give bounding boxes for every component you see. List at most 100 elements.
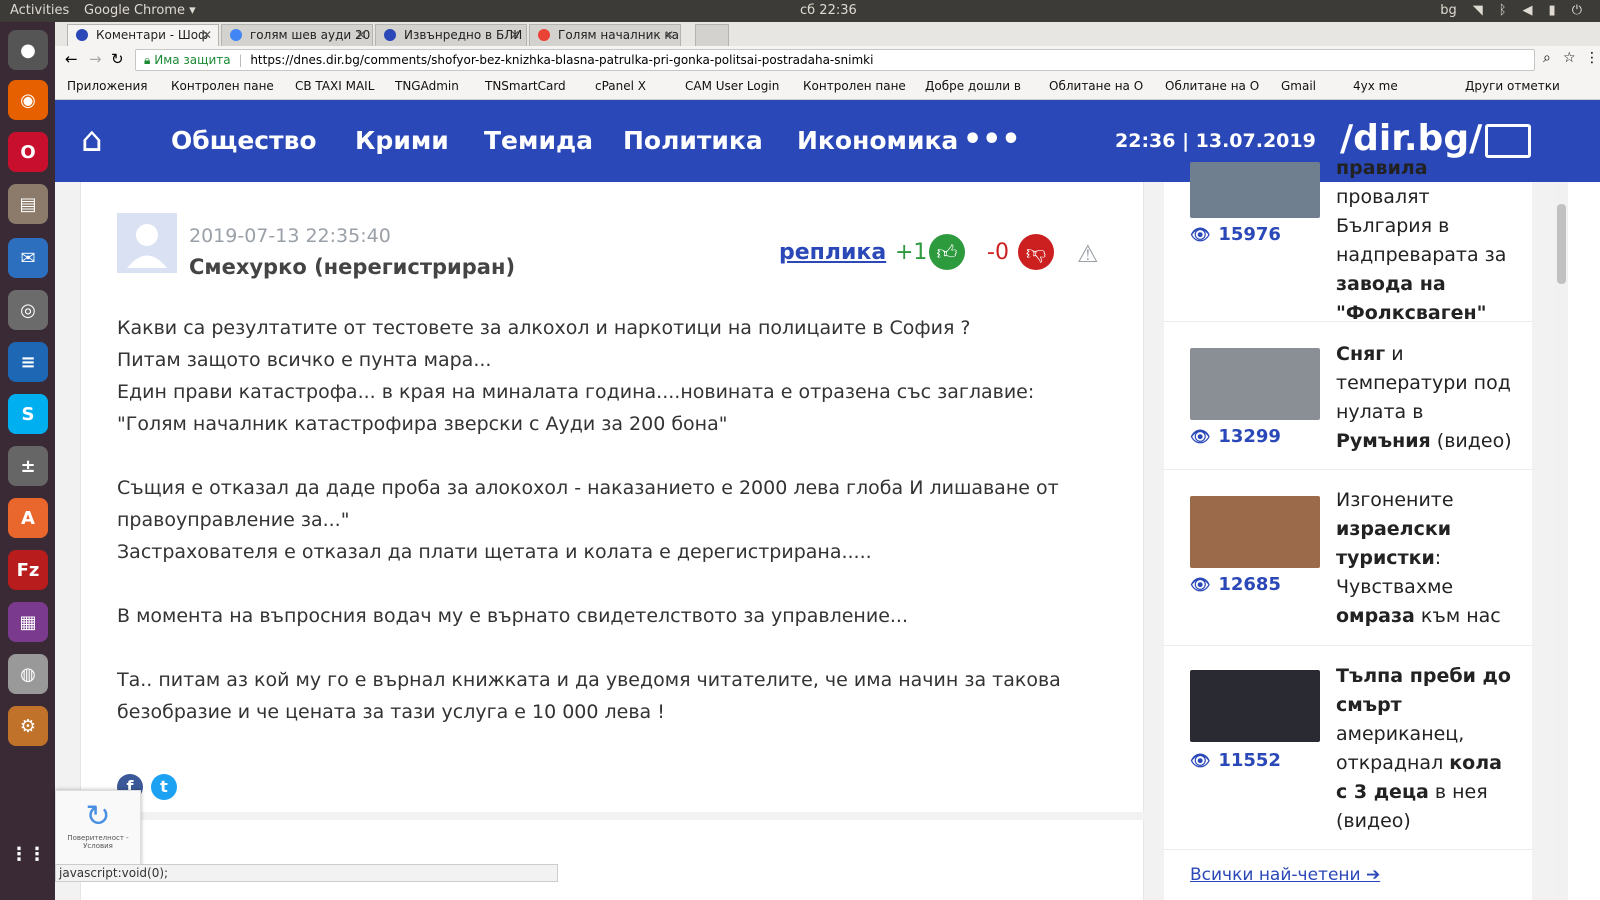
star-icon[interactable]: ☆ (1563, 50, 1576, 66)
battery-icon: ▮ (1548, 3, 1556, 18)
nav-more[interactable]: ••• (963, 122, 1021, 157)
bookmark-item[interactable]: Облитане на О (1165, 79, 1259, 93)
column-gap (1144, 182, 1164, 900)
article-title[interactable]: Тълпа преби до смърт американец, открадн… (1336, 662, 1516, 836)
article-thumbnail[interactable] (1190, 162, 1320, 218)
app-menu[interactable]: Google Chrome ▾ (84, 3, 196, 18)
bookmark-item[interactable]: Gmail (1281, 79, 1316, 93)
list-item[interactable]: 👁︎ 15976 правила провалят България в надп… (1164, 157, 1532, 324)
like-count: +1 (895, 240, 928, 265)
close-icon[interactable]: ✕ (202, 28, 212, 42)
nav-economy[interactable]: Икономика (797, 126, 958, 155)
writer-icon[interactable]: ≡ (8, 342, 48, 382)
nav-politics[interactable]: Политика (623, 126, 763, 155)
nav-crime[interactable]: Крими (355, 126, 449, 155)
address-bar[interactable]: 🔒︎ Има защита | https://dnes.dir.bg/comm… (135, 49, 1535, 71)
comment-line: правоуправление за..." (117, 509, 350, 531)
bookmark-item[interactable]: Контролен пане (803, 79, 906, 93)
settings-tool-icon[interactable]: ⚙ (8, 706, 48, 746)
twitter-icon[interactable]: t (151, 774, 177, 800)
bookmark-item[interactable]: CAM User Login (685, 79, 779, 93)
tab-news[interactable]: Извънредно в БЛИ ✕ (375, 24, 527, 46)
skype-icon[interactable]: S (8, 394, 48, 434)
bookmark-item[interactable]: Контролен пане (171, 79, 274, 93)
article-title[interactable]: правила провалят България в надпреварата… (1336, 154, 1516, 328)
avatar (117, 213, 177, 273)
system-clock[interactable]: сб 22:36 (800, 3, 857, 18)
rhythmbox-icon[interactable]: ◎ (8, 290, 48, 330)
bookmark-item[interactable]: cPanel X (595, 79, 646, 93)
tab-search-2[interactable]: Голям началник ка ✕ (529, 24, 681, 46)
thumbs-up-icon[interactable]: 👍︎ (929, 234, 965, 270)
bookmark-item[interactable]: TNSmartCard (485, 79, 566, 93)
article-title[interactable]: Сняг и температури под нулата в Румъния … (1336, 340, 1516, 456)
user-placeholder-icon (127, 224, 167, 268)
back-icon[interactable]: ← (65, 50, 78, 68)
article-thumbnail[interactable] (1190, 670, 1320, 742)
activities-button[interactable]: Activities (10, 3, 69, 18)
comment-author: Смехурко (нерегистриран) (189, 255, 516, 279)
thunderbird-icon[interactable]: ✉ (8, 238, 48, 278)
language-indicator[interactable]: bg (1440, 3, 1457, 18)
files-icon[interactable]: ▤ (8, 184, 48, 224)
recaptcha-icon: ↻ (85, 799, 111, 834)
eye-icon: 👁︎ (1190, 751, 1211, 770)
video-icon[interactable]: ▦ (8, 602, 48, 642)
close-icon[interactable]: ✕ (356, 28, 366, 42)
thumbs-down-icon[interactable]: 👎︎ (1018, 234, 1054, 270)
opera-icon[interactable]: O (8, 132, 48, 172)
recaptcha-badge[interactable]: ↻ Поверителност - Условия (55, 790, 141, 866)
chrome-icon[interactable]: ● (8, 30, 48, 70)
list-item[interactable]: 👁︎ 12685 Изгонените израелски туристки: Ч… (1164, 470, 1532, 646)
google-favicon-icon (230, 29, 242, 41)
menu-icon[interactable]: ⋮ (1585, 50, 1599, 66)
bookmark-item[interactable]: CB TAXI MAIL (295, 79, 374, 93)
close-icon[interactable]: ✕ (664, 28, 674, 42)
bookmark-apps[interactable]: Приложения (67, 79, 148, 93)
bookmark-folder[interactable]: 4ух me (1353, 79, 1398, 93)
volume-icon: ◀ (1522, 3, 1533, 18)
calculator-icon[interactable]: ± (8, 446, 48, 486)
forward-icon[interactable]: → (89, 50, 102, 68)
article-thumbnail[interactable] (1190, 496, 1320, 568)
reload-icon[interactable]: ↻ (111, 50, 124, 68)
filezilla-icon[interactable]: Fz (8, 550, 48, 590)
site-logo[interactable]: /dir.bg/ (1340, 118, 1482, 159)
bookmark-item[interactable]: TNGAdmin (395, 79, 459, 93)
list-item[interactable]: 👁︎ 11552 Тълпа преби до смърт американец,… (1164, 646, 1532, 850)
disc-icon[interactable]: ◍ (8, 654, 48, 694)
list-item[interactable]: 👁︎ 13299 Сняг и температури под нулата в … (1164, 322, 1532, 470)
home-icon[interactable]: ⌂ (81, 120, 103, 160)
comment-panel: 2019-07-13 22:35:40 Смехурко (нерегистри… (80, 182, 1145, 900)
close-icon[interactable]: ✕ (510, 28, 520, 42)
other-bookmarks[interactable]: Други отметки (1465, 79, 1560, 93)
reply-link[interactable]: реплика (779, 240, 886, 265)
most-read-sidebar: 👁︎ 15976 правила провалят България в надп… (1164, 157, 1532, 900)
comment-divider (81, 812, 1145, 820)
url-text[interactable]: https://dnes.dir.bg/comments/shofyor-bez… (250, 53, 873, 67)
bookmark-item[interactable]: Облитане на О (1049, 79, 1143, 93)
nav-society[interactable]: Общество (171, 126, 317, 155)
article-title[interactable]: Изгонените израелски туристки: Чувствахм… (1336, 486, 1516, 631)
bookmark-item[interactable]: Добре дошли в (925, 79, 1021, 93)
tab-comments[interactable]: Коментари - Шоф ✕ (67, 24, 219, 46)
scrollbar-thumb[interactable] (1557, 204, 1566, 284)
comment-line (117, 440, 1067, 472)
scrollbar[interactable] (1555, 182, 1568, 900)
bookmarks-bar: Приложения Контролен пане CB TAXI MAIL T… (55, 74, 1600, 100)
comment-line: Застрахователя е отказал да плати щетата… (117, 541, 872, 563)
software-center-icon[interactable]: A (8, 498, 48, 538)
newspaper-icon[interactable] (1485, 124, 1531, 158)
app-grid-icon[interactable]: ⋮⋮ (8, 834, 48, 874)
news-favicon-icon (384, 29, 396, 41)
tab-search-1[interactable]: голям шев ауди 20 ✕ (221, 24, 373, 46)
zoom-icon[interactable]: ⌕ (1543, 50, 1551, 66)
view-count: 👁︎ 11552 (1190, 750, 1281, 771)
nav-themis[interactable]: Темида (484, 126, 593, 155)
article-thumbnail[interactable] (1190, 348, 1320, 420)
new-tab-button[interactable] (695, 24, 729, 46)
system-tray[interactable]: bg ◥ ᛒ ◀ ▮ ⏻ (1440, 3, 1582, 18)
firefox-icon[interactable]: ◉ (8, 80, 48, 120)
report-warning-icon[interactable]: ⚠ (1077, 240, 1099, 268)
all-most-read-link[interactable]: Всички най-четени ➔ (1190, 865, 1380, 885)
